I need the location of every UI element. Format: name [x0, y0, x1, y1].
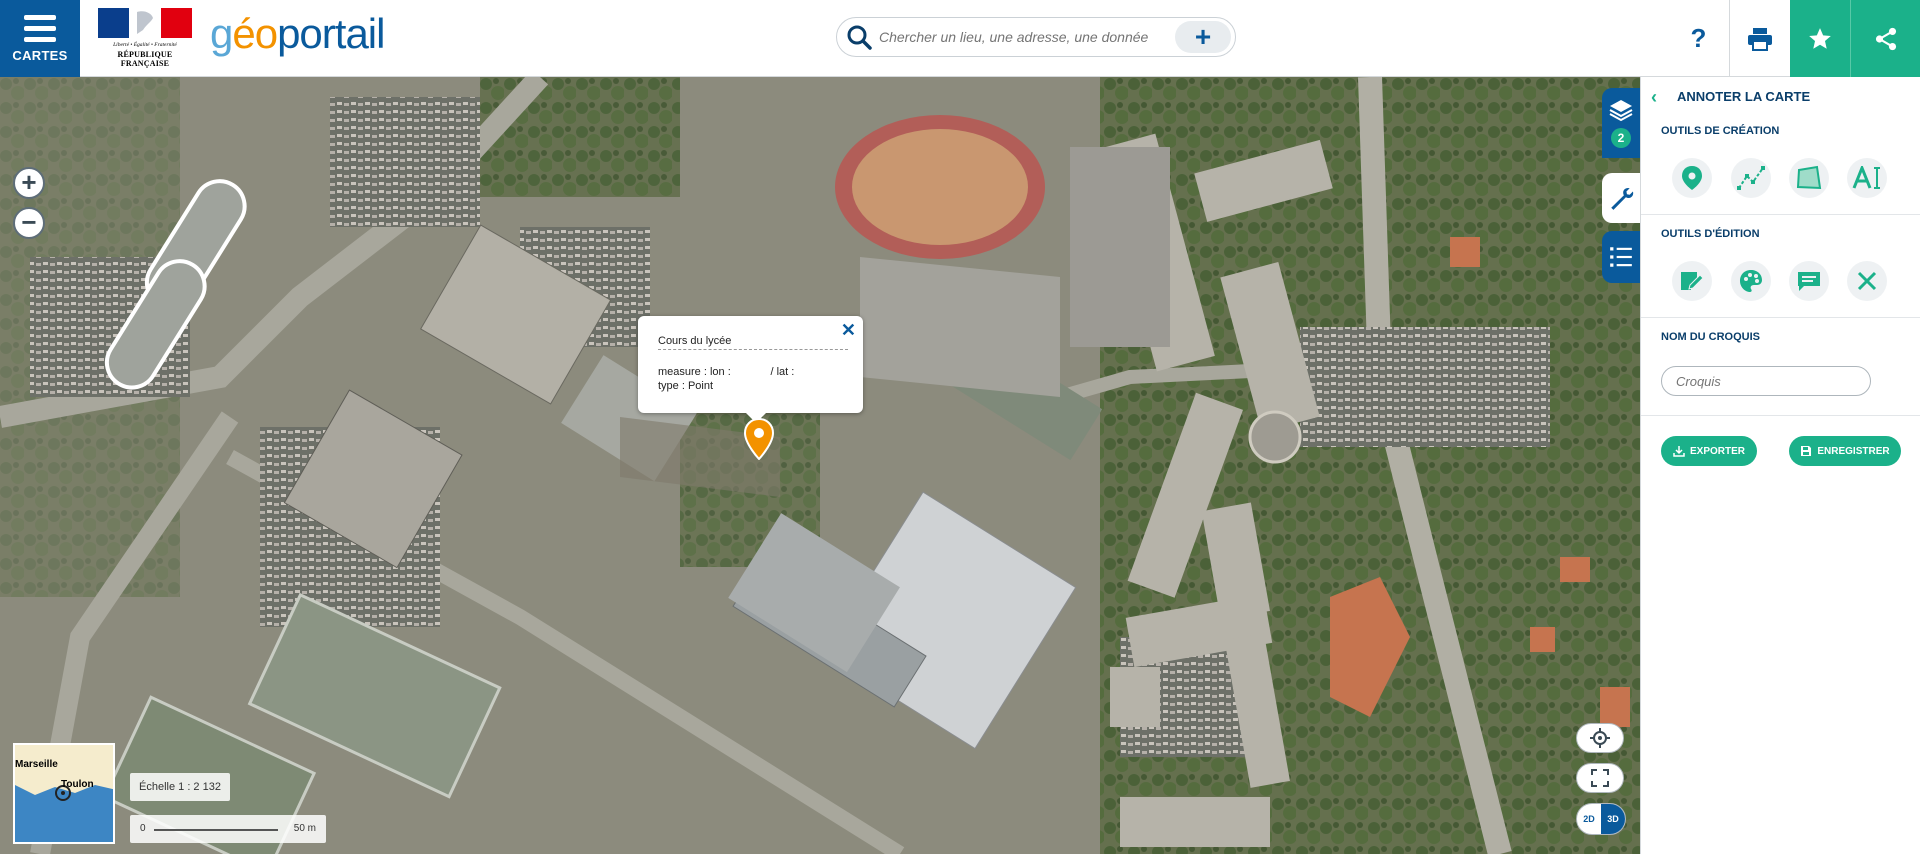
popup-title: Cours du lycée [658, 335, 848, 350]
overview-map[interactable]: Marseille Toulon [13, 743, 115, 844]
legend-tab[interactable] [1602, 231, 1640, 283]
marianne-flag-icon [98, 8, 192, 38]
search-bar: + [836, 17, 1236, 57]
crosshair-icon [1590, 728, 1610, 748]
floppy-disk-icon [1801, 446, 1812, 456]
cartes-menu-button[interactable]: CARTES [0, 0, 80, 77]
zoom-out-button[interactable]: − [13, 207, 45, 239]
scale-max: 50 m [293, 823, 316, 834]
printer-icon [1748, 27, 1772, 51]
advanced-search-button[interactable]: + [1175, 21, 1231, 53]
polygon-tool-button[interactable] [1789, 158, 1829, 198]
scale-bar: 0 50 m [130, 815, 326, 843]
creation-tools-title: OUTILS DE CRÉATION [1661, 125, 1780, 137]
aerial-map[interactable]: + − ✕ Cours du lycée measure : lon : / l… [0, 77, 1640, 854]
print-button[interactable] [1730, 0, 1790, 77]
text-tool-button[interactable] [1847, 158, 1887, 198]
location-marker-icon[interactable] [744, 418, 774, 460]
point-tool-button[interactable] [1672, 158, 1712, 198]
save-label: ENREGISTRER [1817, 445, 1890, 457]
save-button[interactable]: ENREGISTRER [1789, 436, 1901, 466]
menu-icon [24, 14, 56, 42]
geolocate-button[interactable] [1576, 723, 1624, 753]
text-tool-icon [1852, 166, 1880, 189]
panel-title: ANNOTER LA CARTE [1677, 89, 1811, 104]
help-button[interactable]: ? [1668, 0, 1730, 77]
popup-type: type : Point [658, 380, 714, 392]
republique-francaise-logo[interactable]: Liberté • Égalité • Fraternité RÉPUBLIQU… [98, 8, 192, 68]
geoportail-app: CARTES Liberté • Égalité • Fraternité RÉ… [0, 0, 1920, 854]
overview-city-toulon: Toulon [61, 779, 94, 790]
star-icon [1809, 27, 1831, 49]
label-icon [1798, 272, 1820, 291]
cartes-label: CARTES [12, 47, 68, 63]
2d-3d-switch: 2D 3D [1576, 803, 1626, 835]
edit-icon [1681, 272, 1704, 290]
fullscreen-icon [1591, 769, 1609, 787]
rf-motto: Liberté • Égalité • Fraternité [113, 42, 177, 48]
point-tool-icon [1682, 166, 1702, 190]
palette-icon [1740, 270, 1762, 292]
style-tool-button[interactable] [1731, 261, 1771, 301]
share-icon [1875, 27, 1896, 50]
tools-tab[interactable] [1602, 173, 1640, 223]
aerial-imagery [0, 77, 1640, 854]
geoportail-logo[interactable]: géoportail [210, 10, 385, 58]
delete-tool-button[interactable] [1847, 261, 1887, 301]
rf-name: RÉPUBLIQUE FRANÇAISE [117, 50, 173, 68]
search-input[interactable] [879, 29, 1169, 45]
delete-icon [1857, 271, 1877, 291]
favorites-button[interactable] [1790, 0, 1850, 77]
logo-part-g: g [210, 10, 233, 57]
logo-part-portail: portail [277, 10, 385, 57]
back-chevron-icon[interactable]: ‹ [1651, 87, 1657, 108]
scale-zero: 0 [140, 823, 146, 834]
scale-label: Échelle 1 : 2 132 [130, 773, 230, 801]
edition-tools-title: OUTILS D'ÉDITION [1661, 228, 1760, 240]
sketch-name-input[interactable] [1661, 366, 1871, 396]
layers-icon [1609, 100, 1633, 122]
header: CARTES Liberté • Égalité • Fraternité RÉ… [0, 0, 1920, 77]
fullscreen-button[interactable] [1576, 763, 1624, 793]
polygon-tool-icon [1796, 165, 1822, 190]
overview-city-marseille: Marseille [15, 759, 58, 770]
share-button[interactable] [1850, 0, 1920, 77]
line-tool-icon [1737, 166, 1765, 190]
line-tool-button[interactable] [1731, 158, 1771, 198]
feature-popup: ✕ Cours du lycée measure : lon : / lat :… [638, 316, 863, 423]
logo-part-eo: éo [232, 10, 278, 57]
export-label: EXPORTER [1689, 445, 1745, 457]
export-button[interactable]: EXPORTER [1661, 436, 1757, 466]
zoom-in-button[interactable]: + [13, 167, 45, 199]
scale-line [154, 829, 278, 831]
layer-count-badge: 2 [1611, 128, 1631, 148]
annotate-panel: ‹ ANNOTER LA CARTE OUTILS DE CRÉATION OU… [1640, 77, 1920, 854]
sketch-name-title: NOM DU CROQUIS [1661, 331, 1760, 343]
search-icon [847, 25, 872, 50]
mode-3d-button[interactable]: 3D [1601, 804, 1625, 834]
divider [1641, 214, 1920, 215]
mode-2d-button[interactable]: 2D [1577, 804, 1601, 834]
edit-tool-button[interactable] [1672, 261, 1712, 301]
wrench-icon [1611, 187, 1634, 210]
divider [1641, 415, 1920, 416]
divider [1641, 317, 1920, 318]
popup-measure: measure : lon : / lat : [658, 366, 795, 378]
list-icon [1610, 247, 1632, 267]
layers-tab[interactable]: 2 [1602, 88, 1640, 158]
download-icon [1673, 446, 1685, 457]
label-tool-button[interactable] [1789, 261, 1829, 301]
